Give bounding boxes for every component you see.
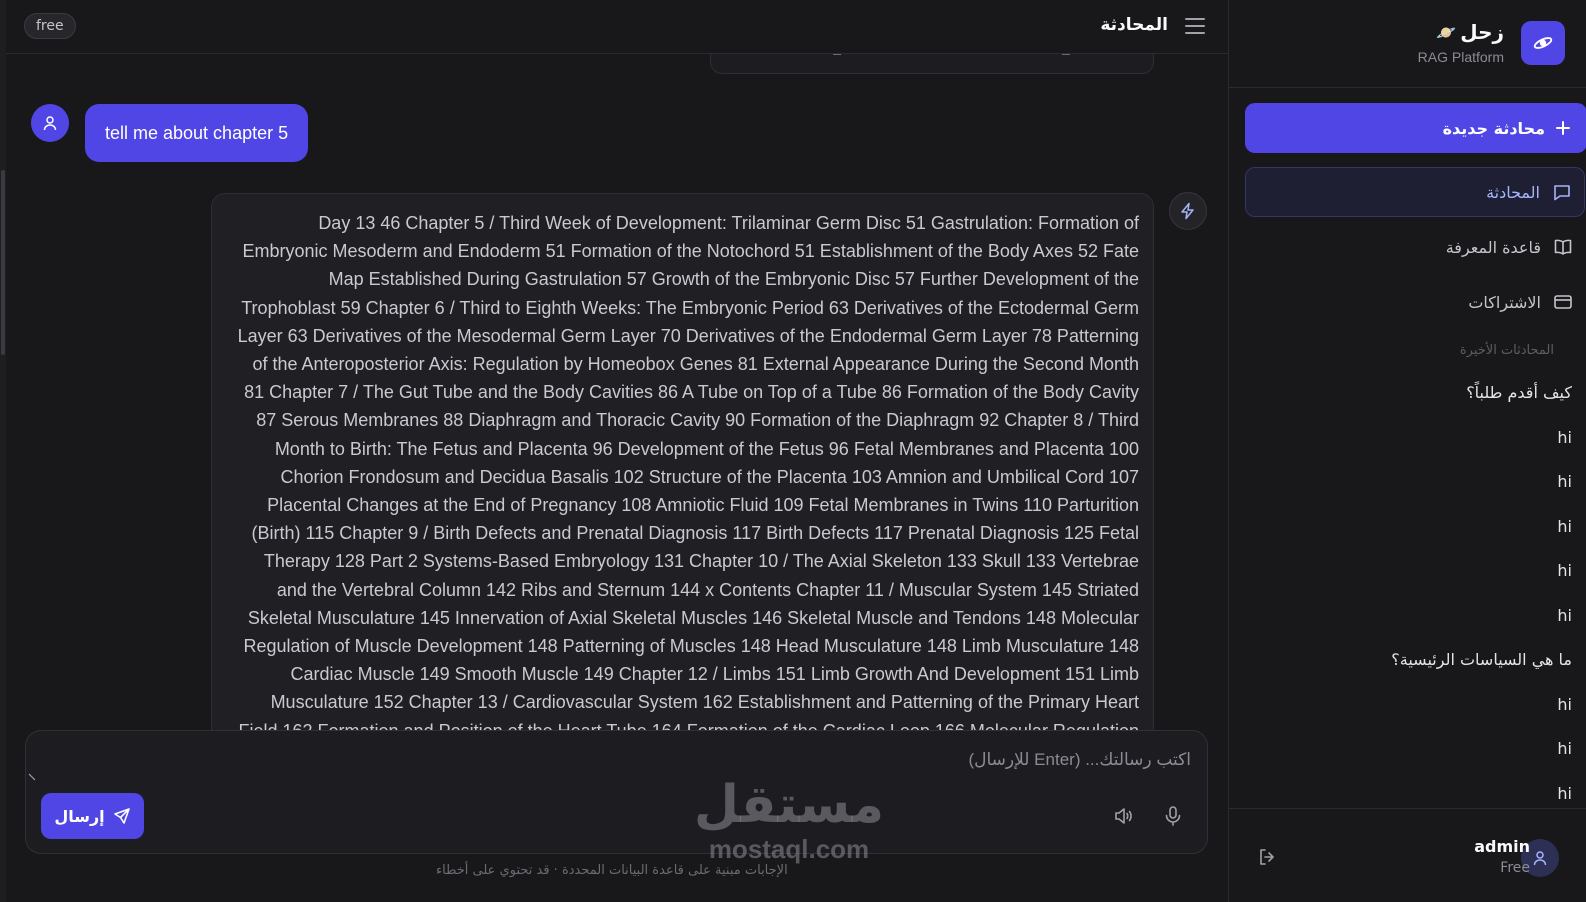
recent-chat-item[interactable]: hi bbox=[1245, 606, 1572, 625]
top-bar: free المحادثة bbox=[6, 0, 1228, 54]
send-button[interactable]: إرسال bbox=[41, 793, 144, 839]
credit-card-icon bbox=[1554, 295, 1572, 309]
brand-subtitle: RAG Platform bbox=[1417, 49, 1504, 65]
hamburger-menu-icon[interactable] bbox=[1184, 16, 1206, 40]
recent-chat-item[interactable]: hi bbox=[1245, 695, 1572, 714]
recent-chat-item[interactable]: hi bbox=[1245, 561, 1572, 580]
user-plan: Free bbox=[1500, 860, 1530, 876]
assistant-message: Day 13 46 Chapter 5 / Third Week of Deve… bbox=[211, 193, 1154, 753]
recent-chat-item[interactable]: hi bbox=[1245, 517, 1572, 536]
nav-item-label: قاعدة المعرفة bbox=[1445, 237, 1541, 257]
send-icon bbox=[113, 808, 130, 824]
assistant-message-text: Day 13 46 Chapter 5 / Third Week of Deve… bbox=[237, 213, 1139, 752]
page-title: المحادثة bbox=[1100, 15, 1168, 35]
disclaimer-text: الإجابات مبنية على قاعدة البيانات المحدد… bbox=[436, 863, 788, 878]
recent-chat-item[interactable]: hi bbox=[1245, 428, 1572, 447]
recent-chats-heading: المحادثات الأخيرة bbox=[1459, 343, 1554, 358]
recent-chat-item[interactable]: hi bbox=[1245, 739, 1572, 758]
divider bbox=[833, 54, 841, 55]
user-profile: admin Free bbox=[1229, 808, 1586, 902]
send-button-label: إرسال bbox=[54, 806, 105, 826]
planet-icon: 🪐 bbox=[1436, 22, 1457, 42]
recent-chat-item[interactable]: ما هي السياسات الرئيسية؟ bbox=[1245, 650, 1572, 669]
nav-item-knowledge-base[interactable]: قاعدة المعرفة bbox=[1245, 222, 1585, 272]
book-icon bbox=[1554, 239, 1572, 255]
recent-chat-item[interactable]: كيف أقدم طلباً؟ bbox=[1245, 383, 1572, 402]
recent-chat-item[interactable]: hi bbox=[1245, 472, 1572, 491]
brand-name: زحل 🪐 bbox=[1436, 20, 1504, 44]
divider bbox=[1062, 54, 1070, 55]
brand-logo-icon bbox=[1521, 21, 1565, 65]
message-input[interactable] bbox=[38, 745, 1191, 775]
brand-header: زحل 🪐 RAG Platform bbox=[1229, 0, 1586, 88]
sidebar: زحل 🪐 RAG Platform محادثة جديدة المحادثة… bbox=[1228, 0, 1586, 902]
app-root: free المحادثة tell me about chapter 5 Da… bbox=[0, 0, 1586, 902]
previous-message-edge bbox=[710, 54, 1154, 74]
new-chat-label: محادثة جديدة bbox=[1442, 118, 1545, 138]
plan-badge: free bbox=[24, 13, 76, 39]
nav-item-subscriptions[interactable]: الاشتراكات bbox=[1245, 277, 1585, 327]
main-scrollbar-thumb[interactable] bbox=[1, 170, 5, 355]
resize-handle-icon[interactable] bbox=[28, 773, 36, 781]
brand-title: زحل bbox=[1460, 20, 1504, 44]
speaker-icon[interactable] bbox=[1112, 805, 1134, 831]
recent-chat-item[interactable]: hi bbox=[1245, 784, 1572, 803]
message-composer: إرسال bbox=[25, 730, 1208, 854]
user-name: admin bbox=[1474, 837, 1530, 856]
user-avatar bbox=[31, 104, 69, 142]
chat-bubble-icon bbox=[1554, 185, 1570, 201]
nav-item-label: المحادثة bbox=[1486, 182, 1540, 202]
user-message: tell me about chapter 5 bbox=[85, 104, 309, 162]
logout-icon[interactable] bbox=[1257, 847, 1277, 871]
assistant-bolt-icon bbox=[1169, 192, 1207, 230]
nav-item-label: الاشتراكات bbox=[1468, 292, 1541, 312]
chat-main: free المحادثة tell me about chapter 5 Da… bbox=[6, 0, 1228, 902]
nav-item-chat[interactable]: المحادثة bbox=[1245, 167, 1585, 217]
plus-icon bbox=[1556, 121, 1570, 135]
new-chat-button[interactable]: محادثة جديدة bbox=[1245, 103, 1586, 153]
microphone-icon[interactable] bbox=[1162, 805, 1184, 831]
